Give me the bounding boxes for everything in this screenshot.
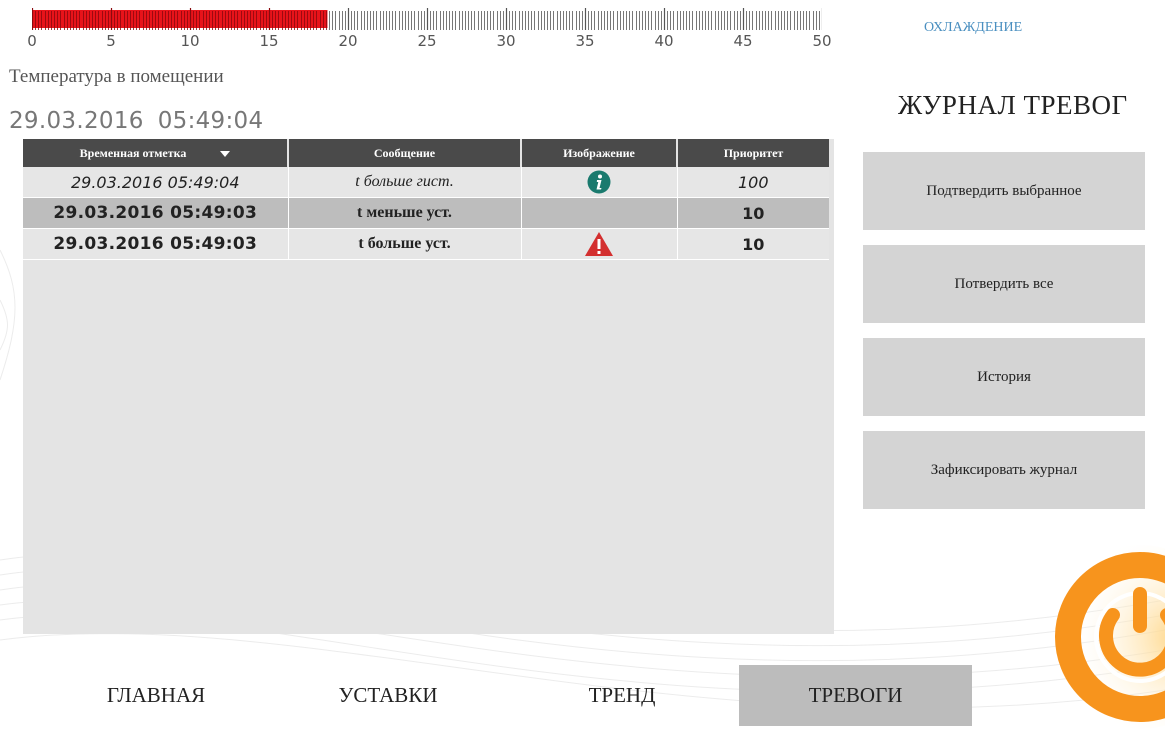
- mode-link-cooling[interactable]: ОХЛАЖДЕНИЕ: [924, 20, 1022, 36]
- row-message: t больше уст.: [288, 228, 522, 260]
- warning-icon: [585, 232, 613, 256]
- table-row[interactable]: 29.03.2016 05:49:04 t больше гист. 100: [23, 167, 829, 198]
- row-timestamp: 29.03.2016 05:49:03: [23, 197, 289, 229]
- table-row[interactable]: 29.03.2016 05:49:03 t больше уст. 10: [23, 228, 829, 260]
- current-date: 29.03.2016: [9, 108, 144, 134]
- scale-tick-label: 0: [27, 32, 37, 50]
- row-message: t меньше уст.: [288, 197, 522, 229]
- scale-tick-label: 45: [733, 32, 753, 50]
- confirm-selected-button[interactable]: Подтвердить выбранное: [863, 152, 1145, 230]
- alarm-table: Временная отметка Сообщение Изображение …: [23, 139, 829, 260]
- nav-trend[interactable]: ТРЕНД: [506, 665, 738, 726]
- page-title: ЖУРНАЛ ТРЕВОГ: [898, 90, 1128, 120]
- scale-tick-label: 50: [812, 32, 832, 50]
- scale-tick-label: 40: [654, 32, 674, 50]
- scale-tick-label: 35: [575, 32, 595, 50]
- row-timestamp: 29.03.2016 05:49:04: [23, 167, 289, 198]
- nav-alarms[interactable]: ТРЕВОГИ: [739, 665, 972, 726]
- column-header-message[interactable]: Сообщение: [288, 139, 522, 167]
- row-priority: 10: [677, 228, 829, 260]
- column-header-priority[interactable]: Приоритет: [677, 139, 829, 167]
- scale-tick-label: 5: [106, 32, 116, 50]
- row-priority: 100: [677, 167, 829, 198]
- scale-tick-label: 10: [180, 32, 200, 50]
- temperature-scale: 0 5 10 15 20 25 30 35 40 45 50: [27, 32, 831, 50]
- room-temperature-label: Температура в помещении: [9, 66, 224, 87]
- scale-tick-label: 15: [259, 32, 279, 50]
- row-image: [521, 197, 678, 229]
- scale-tick-label: 30: [496, 32, 516, 50]
- current-datetime: 29.03.2016 05:49:04: [9, 108, 263, 134]
- sort-desc-icon[interactable]: [220, 150, 231, 157]
- table-row[interactable]: 29.03.2016 05:49:03 t меньше уст. 10: [23, 197, 829, 229]
- current-time: 05:49:04: [157, 108, 264, 134]
- alarm-log-panel: Временная отметка Сообщение Изображение …: [23, 139, 834, 634]
- confirm-all-button[interactable]: Потвердить все: [863, 245, 1145, 323]
- row-timestamp: 29.03.2016 05:49:03: [23, 228, 289, 260]
- column-header-timestamp[interactable]: Временная отметка: [23, 139, 289, 167]
- row-priority: 10: [677, 197, 829, 229]
- row-message: t больше гист.: [288, 167, 522, 198]
- nav-main[interactable]: ГЛАВНАЯ: [40, 665, 272, 726]
- lock-log-button[interactable]: Зафиксировать журнал: [863, 431, 1145, 509]
- column-header-image[interactable]: Изображение: [521, 139, 678, 167]
- row-image: [521, 167, 678, 198]
- nav-setpoints[interactable]: УСТАВКИ: [272, 665, 504, 726]
- history-button[interactable]: История: [863, 338, 1145, 416]
- row-image: [521, 228, 678, 260]
- temperature-bar: [32, 8, 822, 30]
- scale-tick-label: 20: [338, 32, 358, 50]
- alarm-table-header: Временная отметка Сообщение Изображение …: [23, 139, 829, 167]
- power-icon[interactable]: [1035, 545, 1165, 729]
- scale-tick-label: 25: [417, 32, 437, 50]
- info-icon: [587, 170, 611, 194]
